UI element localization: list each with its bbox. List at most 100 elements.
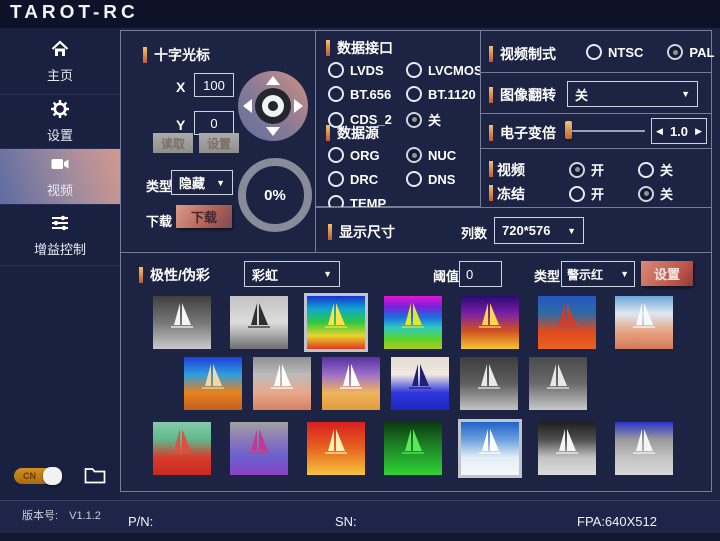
radio-option-LVDS[interactable]: LVDS: [328, 62, 406, 78]
palette-thumb-rainbow[interactable]: [307, 296, 365, 349]
palette-thumb-ice[interactable]: [461, 422, 519, 475]
radio-option-NTSC[interactable]: NTSC: [586, 44, 643, 60]
radio-circle-icon[interactable]: [328, 171, 344, 187]
radio-circle-icon[interactable]: [328, 86, 344, 102]
dpad-center-button[interactable]: [255, 88, 291, 124]
radio-option-NUC[interactable]: NUC: [406, 147, 456, 163]
y-input[interactable]: [194, 111, 234, 135]
arrow-down-icon[interactable]: [266, 127, 280, 136]
arrow-up-icon[interactable]: [266, 76, 280, 85]
palette-thumb-teal-red[interactable]: [153, 422, 211, 475]
radio-circle-icon[interactable]: [406, 171, 422, 187]
accent-bar-icon: [328, 224, 332, 240]
palette-thumb-black-hot[interactable]: [230, 296, 288, 349]
arrow-left-icon[interactable]: [243, 99, 252, 113]
radio-option-开[interactable]: 开: [569, 160, 604, 179]
zoom-slider-handle[interactable]: [565, 121, 572, 139]
palette-thumb-gray-salmon[interactable]: [253, 357, 311, 410]
palette-thumb-sepia-cool[interactable]: [615, 296, 673, 349]
palette-thumb-lava[interactable]: [307, 422, 365, 475]
part-number-label: P/N:: [128, 514, 153, 529]
display-size-panel: 显示尺寸 列数 720*576 ▼: [315, 207, 712, 253]
language-toggle[interactable]: CN: [14, 468, 60, 484]
palette-thumb-white-hot[interactable]: [153, 296, 211, 349]
stepper-decrease-icon[interactable]: ◀: [656, 126, 663, 137]
video-row-title: 视频: [497, 160, 525, 180]
sailboat-glyph: [461, 422, 519, 475]
download-label: 下载: [146, 211, 172, 230]
radio-option-关[interactable]: 关: [638, 184, 673, 203]
radio-circle-icon[interactable]: [569, 186, 585, 202]
sailboat-glyph: [384, 422, 442, 475]
radio-option-label: BT.656: [350, 87, 391, 102]
display-size-dropdown[interactable]: 720*576 ▼: [494, 217, 584, 244]
radio-circle-icon[interactable]: [406, 147, 422, 163]
palette-thumb-rainbow-hc[interactable]: [384, 296, 442, 349]
sailboat-glyph: [253, 357, 311, 410]
sidebar-item-label: 视频: [47, 180, 73, 199]
set-button[interactable]: 设置: [199, 133, 239, 153]
sidebar-item-home[interactable]: 主页: [0, 28, 120, 95]
download-button[interactable]: 下载: [176, 205, 232, 228]
radio-option-BT.1120[interactable]: BT.1120: [406, 86, 483, 102]
toggle-handle[interactable]: [43, 467, 62, 485]
palette-thumb-green[interactable]: [384, 422, 442, 475]
sailboat-glyph: [461, 296, 519, 349]
sidebar-item-gain-control[interactable]: 增益控制: [0, 205, 120, 266]
palette-thumb-gray-violet[interactable]: [230, 422, 288, 475]
data-interface-options: LVDSLVCMOSBT.656BT.1120CDS_2关: [328, 62, 483, 129]
sidebar-item-video[interactable]: 视频: [0, 149, 120, 205]
zoom-slider-track[interactable]: [571, 130, 645, 132]
radio-option-关[interactable]: 关: [638, 160, 673, 179]
palette-thumb-steel-blue[interactable]: [615, 422, 673, 475]
radio-option-label: 关: [428, 110, 441, 129]
radio-circle-icon[interactable]: [569, 162, 585, 178]
stepper-increase-icon[interactable]: ▶: [695, 126, 702, 137]
palette-thumb-ironbow[interactable]: [461, 296, 519, 349]
radio-option-ORG[interactable]: ORG: [328, 147, 406, 163]
accent-bar-icon: [489, 161, 493, 177]
image-flip-dropdown[interactable]: 关 ▼: [567, 81, 698, 107]
radio-circle-icon[interactable]: [328, 62, 344, 78]
radio-circle-icon[interactable]: [406, 62, 422, 78]
radio-circle-icon[interactable]: [638, 162, 654, 178]
version-label: 版本号:: [22, 510, 58, 522]
palette-thumb-black-white[interactable]: [538, 422, 596, 475]
radio-circle-icon[interactable]: [638, 186, 654, 202]
sailboat-glyph: [230, 296, 288, 349]
palette-thumb-gray-dark2[interactable]: [529, 357, 587, 410]
radio-option-DNS[interactable]: DNS: [406, 171, 456, 187]
radio-option-关[interactable]: 关: [406, 110, 483, 129]
zoom-value: 1.0: [670, 124, 688, 139]
sailboat-glyph: [538, 296, 596, 349]
thumbnail-row: [153, 296, 711, 349]
image-flip-title: 图像翻转: [489, 85, 556, 105]
palette-thumb-cream-blue[interactable]: [391, 357, 449, 410]
accent-bar-icon: [489, 46, 493, 62]
palette-thumb-gray-dark[interactable]: [460, 357, 518, 410]
radio-option-DRC[interactable]: DRC: [328, 171, 406, 187]
palette-thumb-violet-amber[interactable]: [322, 357, 380, 410]
radio-option-BT.656[interactable]: BT.656: [328, 86, 406, 102]
freeze-row-title: 冻结: [497, 184, 525, 204]
type-dropdown[interactable]: 隐藏 ▼: [171, 170, 233, 195]
radio-option-开[interactable]: 开: [569, 184, 604, 203]
read-button[interactable]: 读取: [153, 133, 193, 153]
radio-option-LVCMOS[interactable]: LVCMOS: [406, 62, 483, 78]
arrow-right-icon[interactable]: [294, 99, 303, 113]
palette-thumb-arctic[interactable]: [538, 296, 596, 349]
radio-circle-icon[interactable]: [406, 112, 422, 128]
sidebar-item-settings[interactable]: 设置: [0, 95, 120, 149]
crosshair-panel: 十字光标 X Y 读取 设置 类型 隐藏 ▼ 0% 下载 下载: [120, 30, 316, 253]
radio-option-PAL[interactable]: PAL: [667, 44, 714, 60]
radio-circle-icon[interactable]: [406, 86, 422, 102]
radio-circle-icon[interactable]: [667, 44, 683, 60]
x-input[interactable]: [194, 73, 234, 97]
folder-icon[interactable]: [84, 466, 106, 484]
radio-option-label: DRC: [350, 172, 378, 187]
serial-number-label: SN:: [335, 514, 357, 529]
radio-circle-icon[interactable]: [586, 44, 602, 60]
radio-circle-icon[interactable]: [328, 147, 344, 163]
palette-thumb-blue-orange[interactable]: [184, 357, 242, 410]
status-bar: 版本号: V1.1.2 P/N: SN: FPA:640X512: [0, 500, 720, 541]
